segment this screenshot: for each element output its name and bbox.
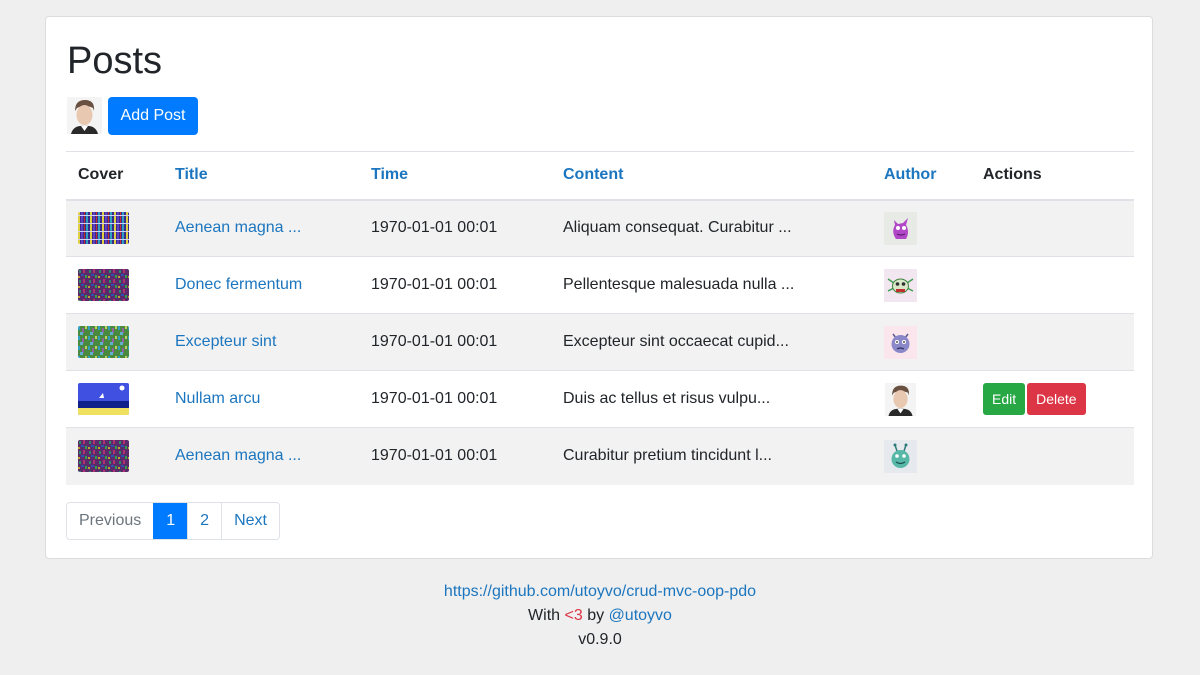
credit-line: With <3 by @utoyvo	[0, 604, 1200, 628]
table-row: Donec fermentum 1970-01-01 00:01 Pellent…	[66, 256, 1134, 314]
night-beach-cover-icon	[78, 383, 129, 415]
cover-cell	[66, 427, 163, 485]
author-cell	[872, 199, 971, 257]
man-portrait-icon	[67, 97, 102, 134]
posts-card: Posts Add Post Cover Title Time Content …	[45, 16, 1153, 559]
man-portrait-icon	[884, 382, 917, 416]
noise-blue-cover-icon	[78, 212, 129, 245]
post-title-link[interactable]: Aenean magna ...	[175, 447, 301, 464]
column-header-actions: Actions	[971, 151, 1134, 201]
actions-cell	[971, 256, 1134, 314]
post-title-link[interactable]: Excepteur sint	[175, 333, 276, 350]
post-time: 1970-01-01 00:01	[359, 370, 551, 428]
noise-green-cover-icon	[78, 326, 129, 358]
table-row: Aenean magna ... 1970-01-01 00:01 Aliqua…	[66, 199, 1134, 257]
post-title-link[interactable]: Donec fermentum	[175, 276, 302, 293]
post-content: Pellentesque malesuada nulla ...	[551, 256, 872, 314]
post-time: 1970-01-01 00:01	[359, 313, 551, 371]
repo-link[interactable]: https://github.com/utoyvo/crud-mvc-oop-p…	[444, 583, 756, 600]
post-title-link[interactable]: Aenean magna ...	[175, 219, 301, 236]
add-post-button[interactable]: Add Post	[108, 97, 198, 135]
author-cell	[872, 427, 971, 485]
column-header-author[interactable]: Author	[872, 151, 971, 201]
heart-text: <3	[564, 607, 583, 624]
author-cell	[872, 313, 971, 371]
cover-cell	[66, 313, 163, 371]
page-previous[interactable]: Previous	[67, 503, 154, 539]
post-content: Excepteur sint occaecat cupid...	[551, 313, 872, 371]
actions-cell	[971, 313, 1134, 371]
teal-monster-avatar-icon	[884, 439, 917, 473]
pagination: Previous 1 2 Next	[66, 502, 280, 540]
post-time: 1970-01-01 00:01	[359, 256, 551, 314]
column-header-content[interactable]: Content	[551, 151, 872, 201]
post-time: 1970-01-01 00:01	[359, 199, 551, 257]
page-1[interactable]: 1	[153, 503, 188, 539]
table-row: Nullam arcu 1970-01-01 00:01 Duis ac tel…	[66, 370, 1134, 428]
noise-purple-cover-icon	[78, 269, 129, 301]
actions-cell	[971, 199, 1134, 257]
cover-cell	[66, 370, 163, 428]
cover-cell	[66, 256, 163, 314]
column-header-time[interactable]: Time	[359, 151, 551, 201]
noise-purple-cover-icon	[78, 440, 129, 473]
purple-monster-avatar-icon	[884, 211, 917, 245]
table-row: Aenean magna ... 1970-01-01 00:01 Curabi…	[66, 427, 1134, 485]
user-avatar[interactable]	[67, 97, 102, 134]
green-monster-avatar-icon	[884, 268, 917, 302]
author-cell	[872, 256, 971, 314]
column-header-cover: Cover	[66, 151, 163, 201]
blue-monster-avatar-icon	[884, 325, 917, 359]
page-next[interactable]: Next	[221, 503, 279, 539]
table-header-row: Cover Title Time Content Author Actions	[66, 151, 1134, 201]
footer: https://github.com/utoyvo/crud-mvc-oop-p…	[0, 580, 1200, 652]
author-link[interactable]: @utoyvo	[609, 607, 672, 624]
cover-cell	[66, 199, 163, 257]
post-content: Curabitur pretium tincidunt l...	[551, 427, 872, 485]
post-content: Duis ac tellus et risus vulpu...	[551, 370, 872, 428]
version-text: v0.9.0	[578, 631, 622, 648]
by-text: by	[587, 607, 605, 624]
column-header-title[interactable]: Title	[163, 151, 359, 201]
post-content: Aliquam consequat. Curabitur ...	[551, 199, 872, 257]
author-cell	[872, 370, 971, 428]
post-title-link[interactable]: Nullam arcu	[175, 390, 260, 407]
post-time: 1970-01-01 00:01	[359, 427, 551, 485]
actions-cell: Edit Delete	[971, 370, 1134, 428]
delete-button[interactable]: Delete	[1027, 383, 1086, 415]
page-title: Posts	[67, 40, 163, 82]
page-2[interactable]: 2	[187, 503, 222, 539]
edit-button[interactable]: Edit	[983, 383, 1026, 415]
with-text: With	[528, 607, 561, 624]
table-row: Excepteur sint 1970-01-01 00:01 Excepteu…	[66, 313, 1134, 371]
actions-cell	[971, 427, 1134, 485]
posts-table: Cover Title Time Content Author Actions …	[66, 151, 1134, 485]
